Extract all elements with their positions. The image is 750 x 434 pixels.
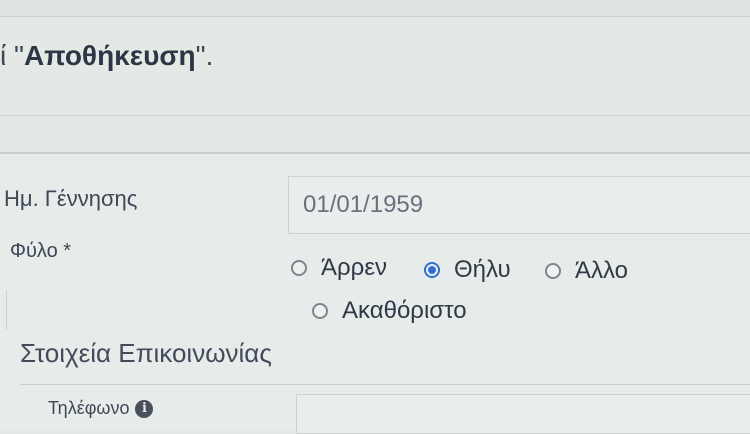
panel-left-edge	[0, 290, 7, 330]
gender-option-female-label: Θήλυ	[454, 256, 511, 283]
radio-male[interactable]	[291, 260, 307, 276]
save-instruction-text: ί "Αποθήκευση".	[0, 40, 213, 72]
contact-section-divider	[20, 384, 750, 385]
gender-option-female[interactable]: Θήλυ	[424, 256, 511, 284]
phone-label-group: Τηλέφωνο i	[48, 398, 154, 419]
notice-prefix: ί "	[0, 40, 24, 71]
radio-female[interactable]	[424, 262, 440, 278]
notice-divider	[0, 115, 750, 116]
radio-undefined[interactable]	[312, 303, 328, 319]
gender-option-other[interactable]: Άλλο	[545, 257, 628, 285]
dob-input[interactable]	[288, 176, 750, 234]
dob-label: Ημ. Γέννησης	[4, 186, 138, 211]
gender-option-male[interactable]: Άρρεν	[291, 254, 387, 282]
top-toolbar-edge	[0, 0, 750, 17]
notice-suffix: ".	[195, 40, 214, 71]
gender-option-male-label: Άρρεν	[321, 254, 388, 281]
gender-label: Φύλο *	[10, 240, 72, 262]
gender-option-undefined[interactable]: Ακαθόριστο	[312, 297, 467, 325]
radio-other[interactable]	[545, 263, 561, 279]
contact-section-heading: Στοιχεία Επικοινωνίας	[20, 338, 272, 368]
gender-option-other-label: Άλλο	[575, 257, 629, 284]
phone-label: Τηλέφωνο	[48, 398, 130, 418]
gender-option-undefined-label: Ακαθόριστο	[342, 297, 467, 324]
notice-button-name: Αποθήκευση	[23, 40, 196, 71]
info-circle-icon[interactable]: i	[135, 399, 154, 418]
phone-input[interactable]	[296, 394, 750, 434]
